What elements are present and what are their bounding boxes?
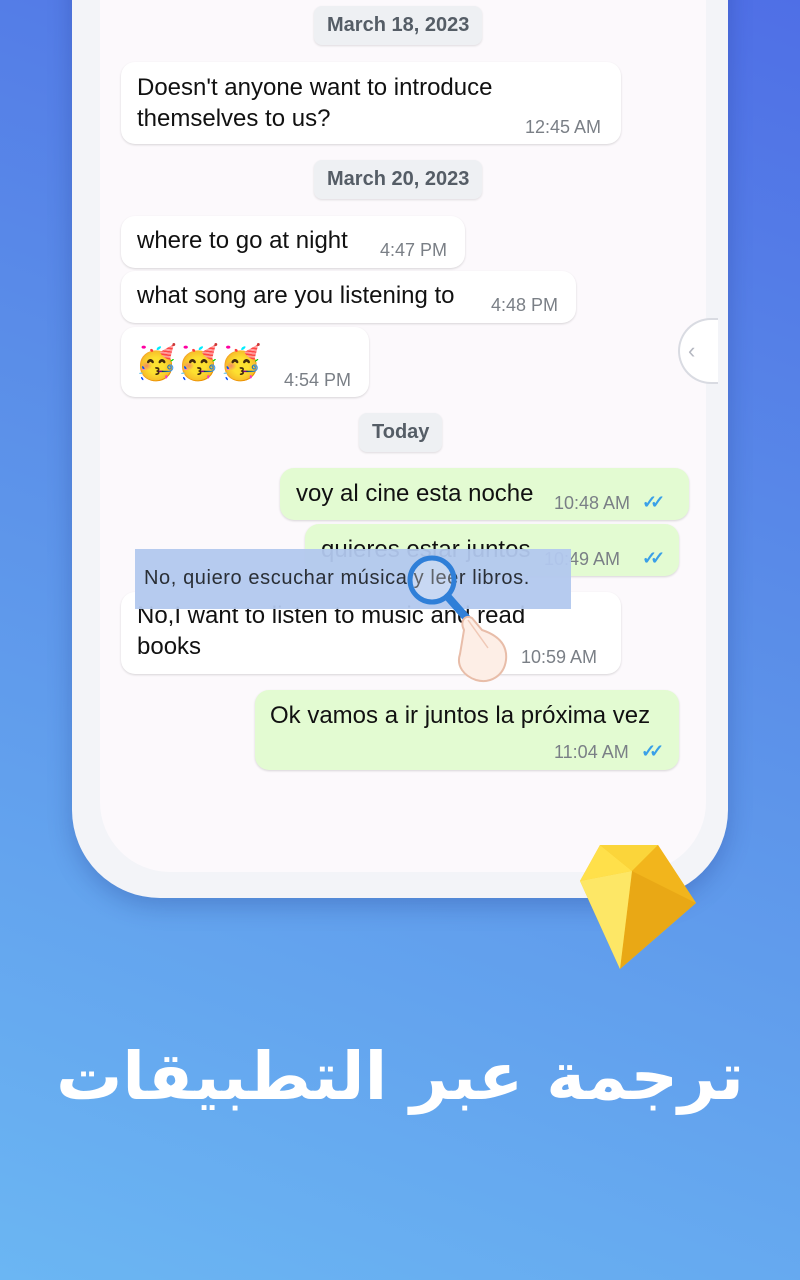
message-time: 4:54 PM — [284, 370, 352, 390]
diamond-gem-icon — [580, 845, 696, 969]
message-bubble-outgoing[interactable]: voy al cine esta noche 10:48 AM ✓✓ — [280, 468, 689, 520]
message-text: themselves to us? — [137, 105, 331, 132]
message-text: voy al cine esta noche — [296, 480, 534, 507]
message-time: 10:48 AM — [554, 493, 631, 513]
message-text: what song are you listening to — [137, 282, 455, 309]
message-text: books — [137, 633, 202, 660]
chevron-left-icon: ‹ — [688, 338, 696, 363]
double-check-icon: ✓✓ — [642, 492, 665, 512]
message-text: Doesn't anyone want to introduce — [137, 74, 493, 101]
double-check-icon: ✓✓ — [641, 741, 664, 761]
emoji-message: 🥳🥳🥳 — [135, 344, 263, 382]
message-time: 12:45 AM — [525, 117, 602, 137]
message-time: 10:59 AM — [521, 647, 598, 667]
date-separator: March 20, 2023 — [314, 160, 483, 199]
message-text: Ok vamos a ir juntos la próxima vez — [270, 702, 651, 729]
double-check-icon: ✓✓ — [642, 548, 665, 568]
message-time: 11:04 AM — [554, 742, 629, 762]
message-text: where to go at night — [137, 227, 348, 254]
message-bubble-incoming[interactable]: 🥳🥳🥳 4:54 PM — [121, 327, 369, 397]
message-bubble-incoming[interactable]: Doesn't anyone want to introduce themsel… — [121, 62, 621, 144]
message-time: 4:48 PM — [491, 295, 559, 315]
magnifier-hand-icon — [407, 555, 508, 682]
message-bubble-incoming[interactable]: what song are you listening to 4:48 PM — [121, 271, 576, 323]
chat-screen[interactable]: March 18, 2023 Doesn't anyone want to in… — [100, 0, 706, 872]
message-bubble-outgoing[interactable]: Ok vamos a ir juntos la próxima vez 11:0… — [255, 690, 679, 770]
message-bubble-incoming[interactable]: where to go at night 4:47 PM — [121, 216, 465, 268]
date-separator: Today — [359, 413, 443, 452]
promo-caption: ترجمة عبر التطبيقات — [56, 1038, 744, 1115]
message-time: 4:47 PM — [380, 240, 448, 260]
date-separator: March 18, 2023 — [314, 6, 483, 45]
